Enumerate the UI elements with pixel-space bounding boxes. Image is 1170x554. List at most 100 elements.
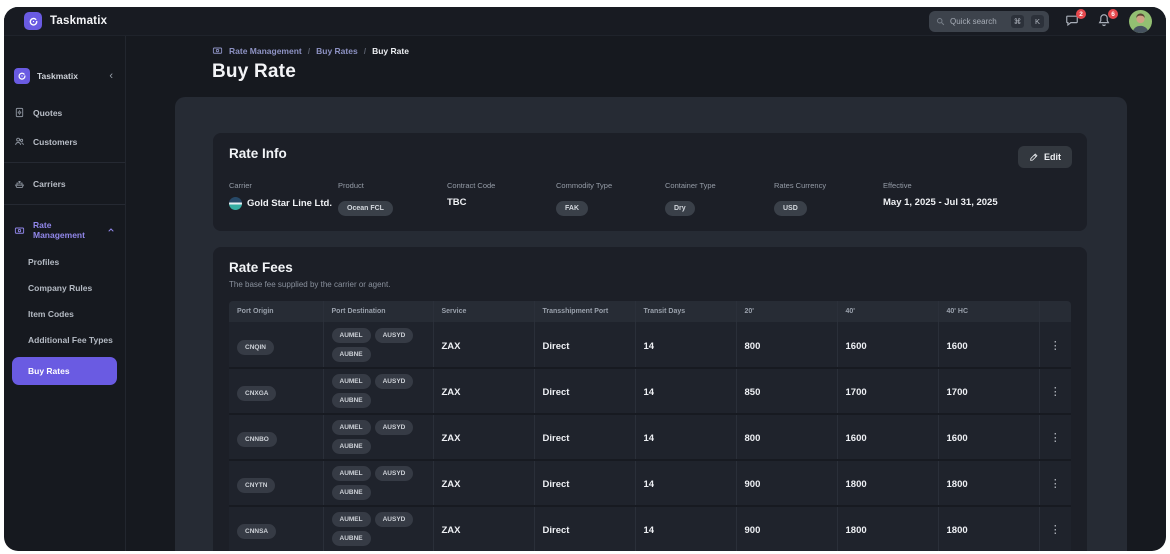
cell-value: 1800	[846, 479, 867, 490]
rate-fees-subtitle: The base fee supplied by the carrier or …	[213, 280, 1087, 289]
field-value: May 1, 2025 - Jul 31, 2025	[883, 197, 1071, 208]
user-avatar[interactable]	[1129, 10, 1152, 33]
sidebar-item-additional-fee-types[interactable]: Additional Fee Types	[4, 327, 125, 353]
sidebar-item-label: Customers	[33, 137, 77, 147]
cell-rate-40: 1600	[837, 322, 938, 368]
chevron-up-icon	[107, 226, 115, 234]
column-header-port-destination: Port Destination	[323, 301, 433, 322]
cell-port-destination: AUMELAUSYDAUBNE	[323, 368, 433, 414]
cell-rate-40hc: 1800	[938, 460, 1039, 506]
row-actions-kebab-icon[interactable]: ⋮	[1050, 341, 1061, 352]
notifications-button[interactable]: 6	[1097, 13, 1113, 29]
table-row: CNNSAAUMELAUSYDAUBNEZAXDirect14900180018…	[229, 506, 1071, 551]
cell-port-destination: AUMELAUSYDAUBNE	[323, 414, 433, 460]
field-value-badge: Dry	[665, 201, 695, 216]
destination-badges: AUMELAUSYDAUBNE	[332, 420, 422, 454]
cell-value: ZAX	[442, 433, 461, 444]
cell-transshipment-port: Direct	[534, 322, 635, 368]
cell-transshipment-port: Direct	[534, 368, 635, 414]
sidebar-item-rate-management[interactable]: Rate Management	[4, 211, 125, 249]
field-value-badge: FAK	[556, 201, 588, 216]
rate-fees-table: Port OriginPort DestinationServiceTranss…	[229, 301, 1071, 551]
cell-service: ZAX	[433, 368, 534, 414]
cell-value: 1800	[947, 479, 968, 490]
breadcrumb-item-2[interactable]: Buy Rates	[316, 46, 358, 56]
sidebar-brand-label: Taskmatix	[37, 71, 102, 81]
app-window: Taskmatix Quick search ⌘ K 2	[4, 7, 1166, 551]
breadcrumb-item-3: Buy Rate	[372, 46, 409, 56]
cell-value: 1600	[846, 433, 867, 444]
row-actions-kebab-icon[interactable]: ⋮	[1050, 387, 1061, 398]
cell-value: Direct	[543, 433, 570, 444]
column-header-actions	[1039, 301, 1071, 322]
taskmatix-sidebar-logo-icon	[14, 68, 30, 84]
main-content: Rate Management/Buy Rates/Buy Rate Buy R…	[126, 36, 1166, 551]
page-title: Buy Rate	[212, 61, 296, 83]
cell-port-destination: AUMELAUSYDAUBNE	[323, 322, 433, 368]
cell-rate-40: 1700	[837, 368, 938, 414]
cell-value: 1800	[947, 525, 968, 536]
destination-badges: AUMELAUSYDAUBNE	[332, 374, 422, 408]
port-destination-badge: AUSYD	[375, 466, 414, 481]
port-destination-badge: AUMEL	[332, 512, 371, 527]
field-value: TBC	[447, 197, 556, 208]
port-destination-badge: AUBNE	[332, 439, 371, 454]
port-destination-badge: AUBNE	[332, 393, 371, 408]
cell-actions: ⋮	[1039, 322, 1071, 368]
cell-port-origin: CNYTN	[229, 460, 323, 506]
sidebar-divider	[4, 162, 125, 163]
cell-actions: ⋮	[1039, 460, 1071, 506]
cell-value: 850	[745, 387, 761, 398]
sidebar-collapse-icon[interactable]: ‹	[109, 71, 115, 82]
rate-fees-title: Rate Fees	[229, 260, 293, 275]
sidebar-item-buy-rates[interactable]: Buy Rates	[12, 357, 117, 385]
rate-info-title: Rate Info	[229, 146, 287, 161]
sidebar-brand: Taskmatix ‹	[4, 66, 125, 86]
field-label: Commodity Type	[556, 181, 665, 190]
column-header-port-origin: Port Origin	[229, 301, 323, 322]
edit-button[interactable]: Edit	[1018, 146, 1072, 168]
cell-service: ZAX	[433, 460, 534, 506]
field-label: Contract Code	[447, 181, 556, 190]
sidebar-item-profiles[interactable]: Profiles	[4, 249, 125, 275]
cell-transshipment-port: Direct	[534, 506, 635, 551]
breadcrumb-separator: /	[364, 46, 366, 56]
avatar-image	[1129, 10, 1152, 33]
column-header-20-: 20'	[736, 301, 837, 322]
field-commodity-type: Commodity Type FAK	[556, 181, 665, 216]
cell-transit-days: 14	[635, 322, 736, 368]
sidebar-item-company-rules[interactable]: Company Rules	[4, 275, 125, 301]
cell-rate-40hc: 1600	[938, 322, 1039, 368]
table-row: CNXGAAUMELAUSYDAUBNEZAXDirect14850170017…	[229, 368, 1071, 414]
messages-button[interactable]: 2	[1065, 13, 1081, 29]
messages-count-badge: 2	[1076, 9, 1086, 19]
breadcrumb-item-1[interactable]: Rate Management	[229, 46, 302, 56]
cell-value: 1600	[846, 341, 867, 352]
cell-port-destination: AUMELAUSYDAUBNE	[323, 506, 433, 551]
rate-management-icon	[14, 225, 25, 236]
cell-rate-40hc: 1600	[938, 414, 1039, 460]
field-rates-currency: Rates CurrencyUSD	[774, 181, 883, 216]
field-label: Product	[338, 181, 447, 190]
field-container-type: Container Type Dry	[665, 181, 774, 216]
rate-management-breadcrumb-icon	[212, 45, 223, 56]
row-actions-kebab-icon[interactable]: ⋮	[1050, 433, 1061, 444]
row-actions-kebab-icon[interactable]: ⋮	[1050, 525, 1061, 536]
field-label: Container Type	[665, 181, 774, 190]
field-value-badge: USD	[774, 201, 807, 216]
port-destination-badge: AUBNE	[332, 485, 371, 500]
row-actions-kebab-icon[interactable]: ⋮	[1050, 479, 1061, 490]
sidebar-item-customers[interactable]: Customers	[4, 127, 125, 156]
cell-actions: ⋮	[1039, 506, 1071, 551]
cell-port-origin: CNXGA	[229, 368, 323, 414]
port-destination-badge: AUMEL	[332, 420, 371, 435]
cell-transshipment-port: Direct	[534, 414, 635, 460]
sidebar-item-carriers[interactable]: Carriers	[4, 169, 125, 198]
field-label: Effective	[883, 181, 1071, 190]
quick-search-input[interactable]: Quick search ⌘ K	[929, 11, 1049, 32]
k-key-icon: K	[1031, 15, 1044, 28]
sidebar-item-quotes[interactable]: Quotes	[4, 98, 125, 127]
sidebar-item-item-codes[interactable]: Item Codes	[4, 301, 125, 327]
port-origin-badge: CNQIN	[237, 340, 274, 355]
cell-rate-20: 900	[736, 460, 837, 506]
